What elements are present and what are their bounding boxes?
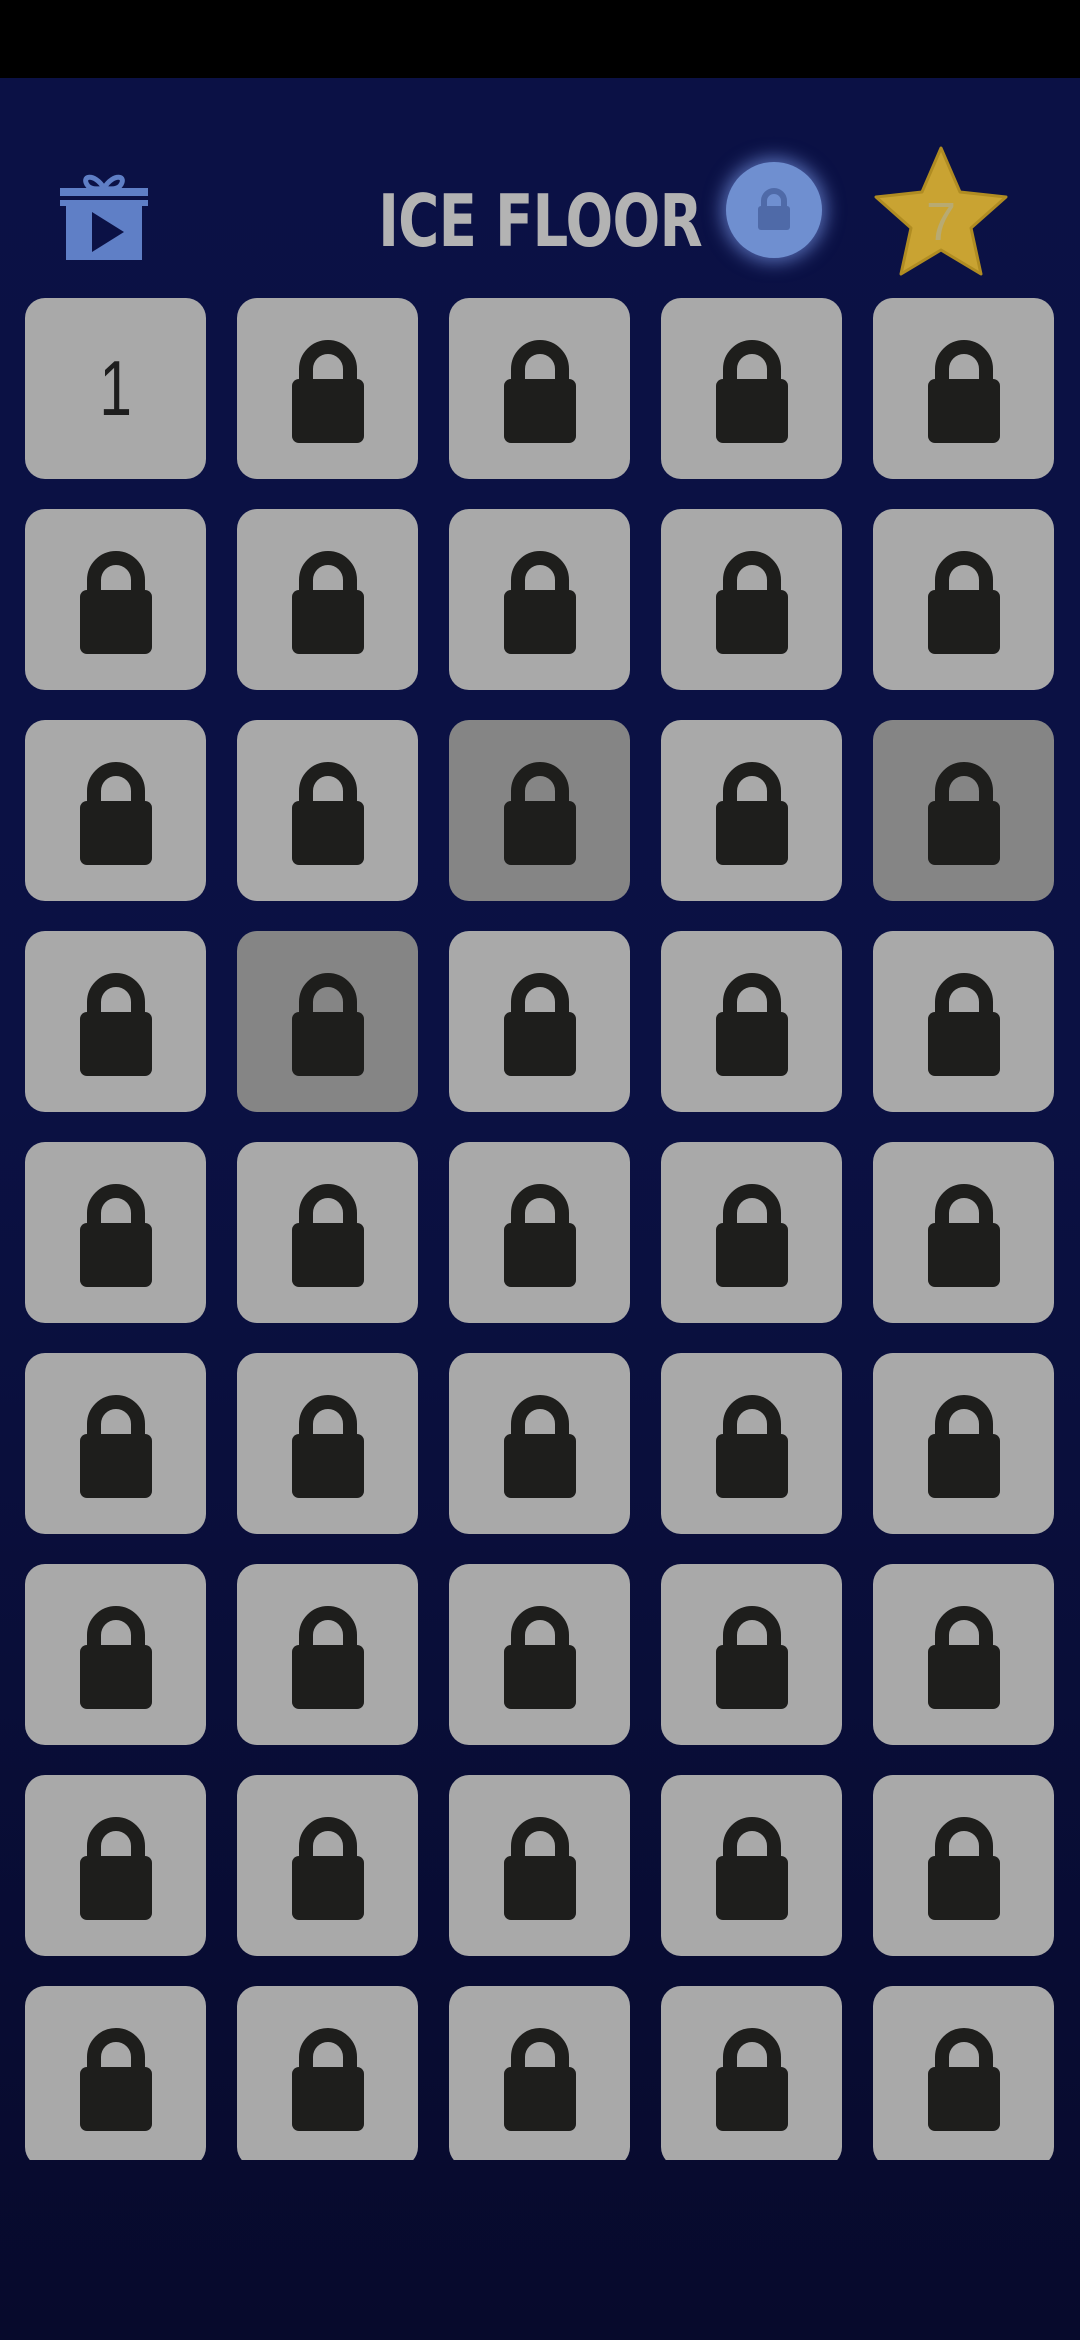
lock-icon xyxy=(502,1179,578,1287)
level-tile-locked[interactable] xyxy=(25,720,206,901)
level-tile-locked[interactable] xyxy=(237,1564,418,1745)
lock-icon xyxy=(502,757,578,865)
level-tile-locked[interactable] xyxy=(237,1986,418,2160)
level-tile-locked[interactable] xyxy=(25,1142,206,1323)
lock-icon xyxy=(78,757,154,865)
level-tile-locked[interactable] xyxy=(873,720,1054,901)
level-tile-locked[interactable] xyxy=(449,1564,630,1745)
lock-icon xyxy=(926,2023,1002,2131)
lock-icon xyxy=(926,546,1002,654)
level-tile-locked[interactable] xyxy=(873,1986,1054,2160)
level-tile-locked[interactable] xyxy=(237,1142,418,1323)
lock-icon xyxy=(502,1812,578,1920)
lock-icon xyxy=(290,968,366,1076)
level-tile-locked[interactable] xyxy=(873,509,1054,690)
level-grid-viewport: 1 xyxy=(0,0,1080,2160)
lock-icon xyxy=(926,1390,1002,1498)
lock-icon xyxy=(290,1601,366,1709)
level-tile-locked[interactable] xyxy=(661,509,842,690)
level-tile-locked[interactable] xyxy=(449,720,630,901)
level-grid: 1 xyxy=(25,298,1055,2160)
level-tile-locked[interactable] xyxy=(661,1353,842,1534)
lock-icon xyxy=(78,1390,154,1498)
lock-icon xyxy=(502,2023,578,2131)
lock-icon xyxy=(714,2023,790,2131)
level-tile-locked[interactable] xyxy=(237,1775,418,1956)
lock-icon xyxy=(926,968,1002,1076)
level-tile-locked[interactable] xyxy=(661,1775,842,1956)
lock-icon xyxy=(78,546,154,654)
level-tile-locked[interactable] xyxy=(237,720,418,901)
level-tile-locked[interactable] xyxy=(25,1986,206,2160)
lock-icon xyxy=(714,1179,790,1287)
level-tile-locked[interactable] xyxy=(25,1775,206,1956)
level-tile-locked[interactable] xyxy=(661,1986,842,2160)
lock-icon xyxy=(78,1812,154,1920)
lock-icon xyxy=(290,1179,366,1287)
lock-icon xyxy=(502,546,578,654)
level-tile-locked[interactable] xyxy=(873,1353,1054,1534)
level-tile-locked[interactable] xyxy=(449,1142,630,1323)
level-tile-locked[interactable] xyxy=(661,1564,842,1745)
level-number: 1 xyxy=(99,344,132,432)
level-tile-locked[interactable] xyxy=(25,1564,206,1745)
level-tile-locked[interactable] xyxy=(873,1775,1054,1956)
level-tile-locked[interactable] xyxy=(661,931,842,1112)
level-tile-locked[interactable] xyxy=(449,298,630,479)
level-tile-locked[interactable] xyxy=(661,720,842,901)
lock-icon xyxy=(78,968,154,1076)
level-tile-locked[interactable] xyxy=(449,509,630,690)
level-tile-locked[interactable] xyxy=(449,1775,630,1956)
lock-icon xyxy=(926,757,1002,865)
lock-icon xyxy=(78,1179,154,1287)
lock-icon xyxy=(502,1601,578,1709)
lock-icon xyxy=(502,335,578,443)
lock-icon xyxy=(714,968,790,1076)
level-tile-locked[interactable] xyxy=(449,1353,630,1534)
level-tile-locked[interactable] xyxy=(25,509,206,690)
level-tile-locked[interactable] xyxy=(661,298,842,479)
lock-icon xyxy=(714,1601,790,1709)
lock-icon xyxy=(926,1812,1002,1920)
level-tile-locked[interactable] xyxy=(873,1142,1054,1323)
level-tile-unlocked[interactable]: 1 xyxy=(25,298,206,479)
lock-icon xyxy=(290,1812,366,1920)
level-tile-locked[interactable] xyxy=(661,1142,842,1323)
lock-icon xyxy=(926,1179,1002,1287)
level-tile-locked[interactable] xyxy=(449,1986,630,2160)
lock-icon xyxy=(290,2023,366,2131)
lock-icon xyxy=(714,1812,790,1920)
level-tile-locked[interactable] xyxy=(237,298,418,479)
lock-icon xyxy=(714,335,790,443)
lock-icon xyxy=(290,546,366,654)
lock-icon xyxy=(290,1390,366,1498)
level-tile-locked[interactable] xyxy=(873,931,1054,1112)
lock-icon xyxy=(714,757,790,865)
level-tile-locked[interactable] xyxy=(237,931,418,1112)
lock-icon xyxy=(502,1390,578,1498)
lock-icon xyxy=(714,546,790,654)
lock-icon xyxy=(290,335,366,443)
level-tile-locked[interactable] xyxy=(25,931,206,1112)
lock-icon xyxy=(78,1601,154,1709)
lock-icon xyxy=(290,757,366,865)
level-tile-locked[interactable] xyxy=(237,509,418,690)
level-tile-locked[interactable] xyxy=(25,1353,206,1534)
lock-icon xyxy=(926,335,1002,443)
level-tile-locked[interactable] xyxy=(237,1353,418,1534)
lock-icon xyxy=(78,2023,154,2131)
level-tile-locked[interactable] xyxy=(873,1564,1054,1745)
level-tile-locked[interactable] xyxy=(873,298,1054,479)
lock-icon xyxy=(926,1601,1002,1709)
lock-icon xyxy=(502,968,578,1076)
lock-icon xyxy=(714,1390,790,1498)
level-tile-locked[interactable] xyxy=(449,931,630,1112)
